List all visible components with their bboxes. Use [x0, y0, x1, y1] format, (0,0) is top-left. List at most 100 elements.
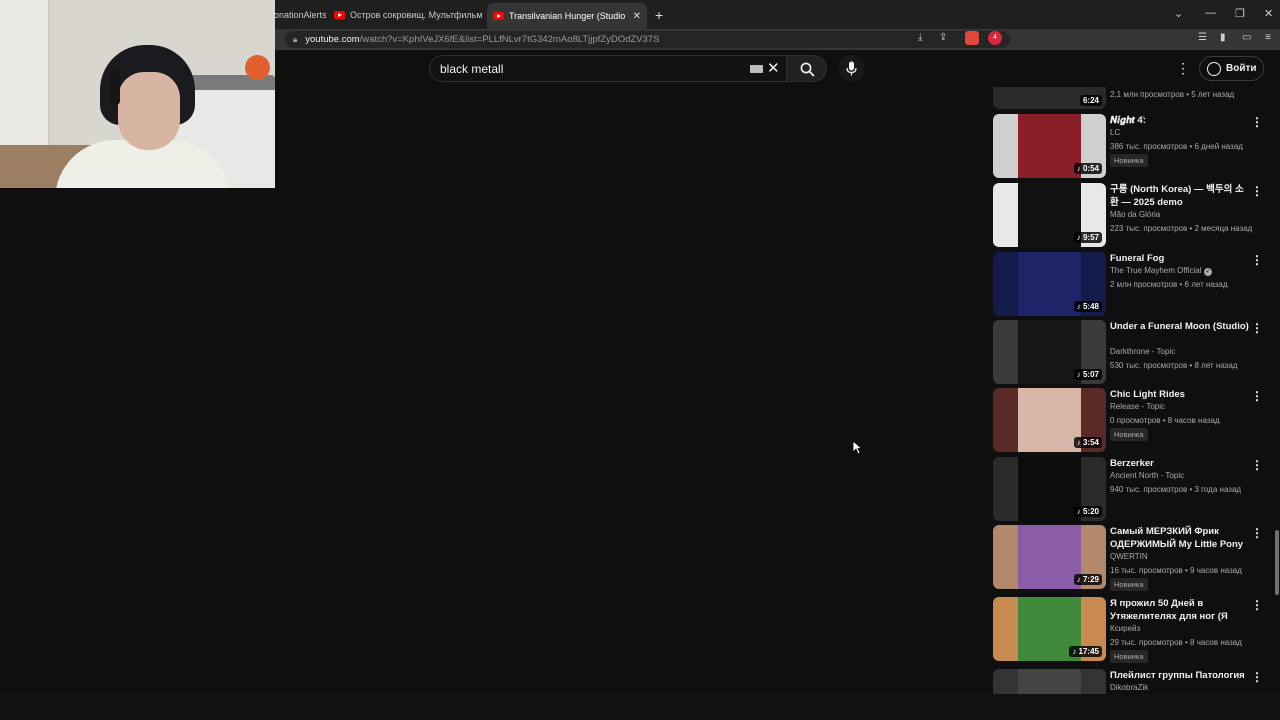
- more-vert-icon[interactable]: ⋮: [1251, 115, 1263, 129]
- video-title[interactable]: Berzerker: [1110, 457, 1250, 470]
- channel-text: Ancient North - Topic: [1110, 471, 1185, 480]
- recommendation-item[interactable]: ♪ 5:20 Berzerker Ancient North - Topic 9…: [993, 457, 1273, 521]
- video-title[interactable]: 구룡 (North Korea) — 백두의 소환 — 2025 demo: [1110, 183, 1250, 209]
- video-meta: 29 тыс. просмотров • 8 часов назад: [1110, 638, 1242, 647]
- channel-name[interactable]: The True Mayhem Official ✓: [1110, 266, 1212, 276]
- close-icon[interactable]: ✕: [767, 59, 780, 77]
- tab-treasure-island[interactable]: Остров сокровищ. Мультфильм (198: [328, 4, 483, 26]
- new-badge: Новинка: [1110, 154, 1148, 167]
- video-thumbnail[interactable]: ♪ 5:07: [993, 320, 1106, 384]
- tab-label: Transilvanian Hunger (Studio) - Y: [509, 11, 625, 21]
- video-thumbnail[interactable]: ♪ 5:20: [993, 457, 1106, 521]
- channel-name[interactable]: QWERTIN: [1110, 552, 1148, 561]
- video-thumbnail[interactable]: ♪ 3:54: [993, 388, 1106, 452]
- video-title[interactable]: Funeral Fog: [1110, 252, 1250, 265]
- duration-badge: ♪ 9:57: [1073, 232, 1102, 243]
- restore-icon[interactable]: ❐: [1235, 7, 1245, 20]
- channel-name[interactable]: Ксирейз: [1110, 624, 1140, 633]
- taskbar-strip: [0, 694, 1280, 720]
- more-vert-icon[interactable]: ⋮: [1251, 526, 1263, 540]
- recommendation-item[interactable]: Плейлист группы Патология DikobraZik ⋮: [993, 669, 1273, 694]
- video-thumbnail[interactable]: ♪ 9:57: [993, 183, 1106, 247]
- search-input[interactable]: black metall: [429, 55, 786, 82]
- channel-text: Ксирейз: [1110, 624, 1141, 633]
- tab-label: Остров сокровищ. Мультфильм (198: [350, 10, 483, 20]
- video-title[interactable]: Я прожил 50 Дней в Утяжелителях для ног …: [1110, 597, 1250, 623]
- channel-text: Darkthrone - Topic: [1110, 347, 1176, 356]
- channel-text: QWERTIN: [1110, 552, 1148, 561]
- wallet-icon[interactable]: ▭: [1242, 32, 1251, 43]
- playlist-icon[interactable]: ☰: [1198, 32, 1207, 43]
- recommendation-item[interactable]: ♪ 17:45 Я прожил 50 Дней в Утяжелителях …: [993, 597, 1273, 663]
- recommendation-item[interactable]: ♪ 9:57 구룡 (North Korea) — 백두의 소환 — 2025 …: [993, 183, 1273, 247]
- recommendation-item[interactable]: ♪ 5:07 Under a Funeral Moon (Studio) Dar…: [993, 320, 1273, 384]
- scrollbar-thumb[interactable]: [1275, 530, 1279, 595]
- duration-badge: ♪ 5:20: [1073, 506, 1102, 517]
- close-window-icon[interactable]: ✕: [1264, 7, 1273, 20]
- more-vert-icon[interactable]: ⋮: [1251, 184, 1263, 198]
- more-vert-icon[interactable]: ⋮: [1251, 458, 1263, 472]
- duration-badge: ♪ 7:29: [1073, 574, 1102, 585]
- video-title[interactable]: Плейлист группы Патология: [1110, 669, 1250, 682]
- brave-shields-icon[interactable]: [965, 31, 979, 45]
- recommendation-item[interactable]: ♪ 0:54 𝑵𝒊𝒈𝒉𝒕 4̈: LC 386 тыс. просмотров …: [993, 114, 1273, 178]
- signin-button[interactable]: Войти: [1199, 56, 1264, 81]
- more-vert-icon[interactable]: ⋮: [1251, 670, 1263, 684]
- channel-name[interactable]: Darkthrone - Topic: [1110, 347, 1175, 356]
- minimize-icon[interactable]: —: [1205, 7, 1216, 19]
- video-title[interactable]: 𝑵𝒊𝒈𝒉𝒕 4̈:: [1110, 114, 1250, 127]
- recommendation-item[interactable]: ♪ 3:54 Chic Light Rides Release - Topic …: [993, 388, 1273, 452]
- keyboard-icon[interactable]: [750, 65, 763, 73]
- new-badge: Новинка: [1110, 650, 1148, 663]
- thumbnail-art: [1018, 320, 1081, 384]
- duration-badge: ♪ 5:48: [1073, 301, 1102, 312]
- install-icon[interactable]: ⤓: [918, 32, 922, 43]
- more-vert-icon[interactable]: ⋮: [1176, 60, 1190, 77]
- verified-icon: ✓: [1203, 268, 1212, 276]
- more-vert-icon[interactable]: ⋮: [1251, 598, 1263, 612]
- close-tab-icon[interactable]: ✕: [633, 11, 641, 22]
- recommendation-item[interactable]: ♪ 5:48 Funeral Fog The True Mayhem Offic…: [993, 252, 1273, 316]
- share-icon[interactable]: ⇪: [939, 32, 947, 43]
- channel-name[interactable]: Mão da Glória: [1110, 210, 1160, 219]
- menu-icon[interactable]: ≡: [1265, 32, 1271, 43]
- rewards-icon[interactable]: 4: [988, 31, 1002, 45]
- search-button[interactable]: [786, 55, 827, 82]
- mic-icon: [846, 61, 857, 76]
- tab-transilvanian-hunger[interactable]: Transilvanian Hunger (Studio) - Y ✕: [487, 3, 647, 29]
- voice-search-button[interactable]: [838, 55, 865, 82]
- duration-badge: ♪ 5:07: [1073, 369, 1102, 380]
- tab-donationalerts[interactable]: onationAlerts: [268, 4, 326, 26]
- video-meta: 2 млн просмотров • 6 лет назад: [1110, 280, 1228, 289]
- video-thumbnail[interactable]: ♪ 0:54: [993, 114, 1106, 178]
- video-meta: 386 тыс. просмотров • 6 дней назад: [1110, 142, 1243, 151]
- video-title[interactable]: Chic Light Rides: [1110, 388, 1250, 401]
- webcam-background-door: [0, 0, 50, 150]
- webcam-headset: [110, 70, 120, 105]
- channel-name[interactable]: DikobraZik: [1110, 683, 1148, 692]
- video-thumbnail[interactable]: ♪ 5:48: [993, 252, 1106, 316]
- more-vert-icon[interactable]: ⋮: [1251, 321, 1263, 335]
- channel-name[interactable]: Release - Topic: [1110, 402, 1165, 411]
- signin-label: Войти: [1226, 63, 1257, 74]
- video-thumbnail[interactable]: ♪ 17:45: [993, 597, 1106, 661]
- video-meta: 0 просмотров • 8 часов назад: [1110, 416, 1220, 425]
- video-title[interactable]: Under a Funeral Moon (Studio): [1110, 320, 1250, 333]
- recommendation-item[interactable]: ♪ 7:29 Самый МЕРЗКИЙ Фрик ОДЕРЖИМЫЙ My L…: [993, 525, 1273, 591]
- search-query: black metall: [440, 61, 504, 76]
- more-vert-icon[interactable]: ⋮: [1251, 253, 1263, 267]
- more-vert-icon[interactable]: ⋮: [1251, 389, 1263, 403]
- tab-search-icon[interactable]: ⌄: [1174, 7, 1183, 20]
- sidebar-icon[interactable]: ▮: [1220, 32, 1226, 43]
- channel-name[interactable]: Ancient North - Topic: [1110, 471, 1184, 480]
- channel-name[interactable]: LC: [1110, 128, 1120, 137]
- video-title[interactable]: Самый МЕРЗКИЙ Фрик ОДЕРЖИМЫЙ My Little P…: [1110, 525, 1250, 551]
- video-thumbnail[interactable]: ♪ 7:29: [993, 525, 1106, 589]
- channel-text: Release - Topic: [1110, 402, 1165, 411]
- new-tab-button[interactable]: +: [655, 7, 663, 23]
- duration-text: 5:48: [1082, 302, 1099, 311]
- duration-text: 7:29: [1082, 575, 1099, 584]
- url-bar[interactable]: 🔒︎ youtube.com /watch?v=KphIVeJX6fE&list…: [285, 31, 1010, 48]
- video-thumbnail[interactable]: [993, 669, 1106, 694]
- duration-text: 0:54: [1082, 164, 1099, 173]
